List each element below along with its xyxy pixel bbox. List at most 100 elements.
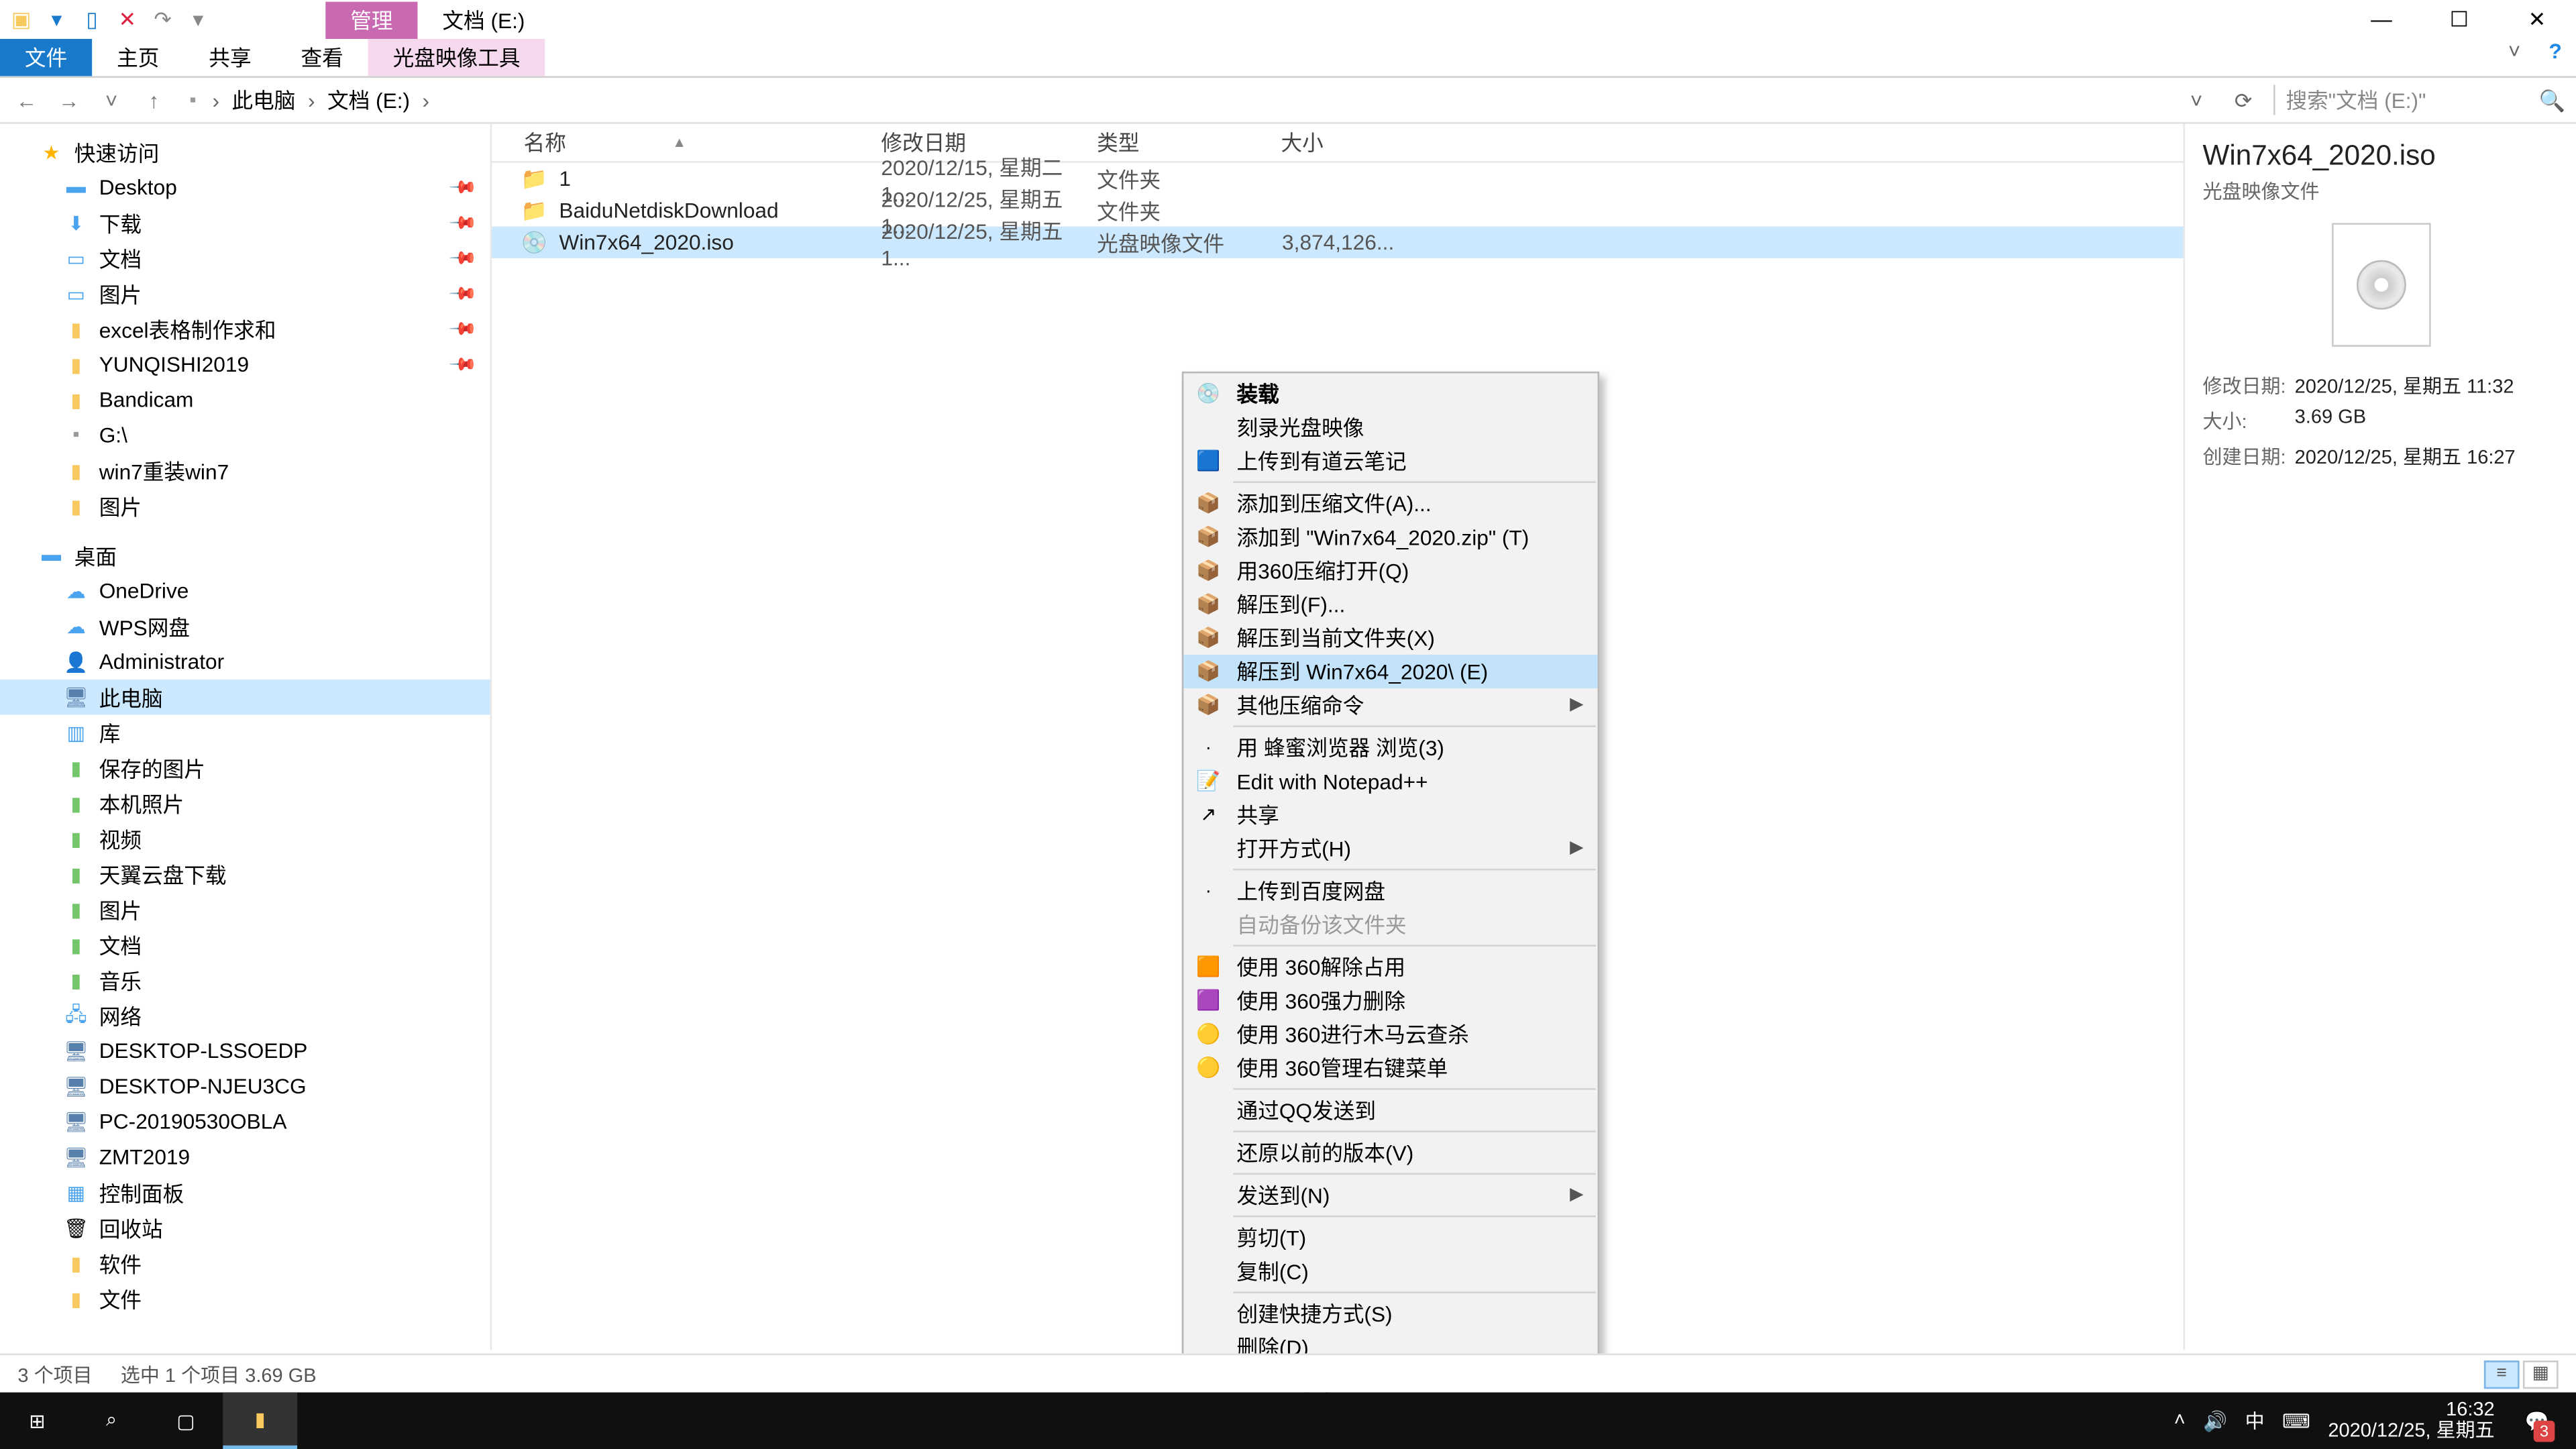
navigation-tree[interactable]: ★快速访问 ▬Desktop📌 ⬇下载📌 ▭文档📌 ▭图片📌 ▮excel表格制… bbox=[0, 124, 492, 1350]
context-menu-item[interactable]: 打开方式(H)▶ bbox=[1183, 832, 1597, 865]
qat-more-icon[interactable]: ▾ bbox=[184, 5, 212, 34]
nav-forward-button[interactable]: → bbox=[53, 88, 85, 113]
nav-item[interactable]: 天翼云盘下载 bbox=[99, 859, 227, 889]
nav-back-button[interactable]: ← bbox=[11, 88, 42, 113]
breadcrumb-seg[interactable]: 文档 (E:) bbox=[322, 85, 415, 115]
ribbon-home-tab[interactable]: 主页 bbox=[92, 39, 184, 76]
tray-ime2-icon[interactable]: ⌨ bbox=[2282, 1409, 2310, 1432]
nav-item[interactable]: excel表格制作求和 bbox=[99, 314, 276, 344]
ribbon-file-tab[interactable]: 文件 bbox=[0, 39, 92, 76]
nav-item[interactable]: DESKTOP-NJEU3CG bbox=[99, 1074, 307, 1099]
start-button[interactable]: ⊞ bbox=[0, 1393, 74, 1449]
nav-up-button[interactable]: ↑ bbox=[138, 88, 170, 113]
nav-item[interactable]: 保存的图片 bbox=[99, 753, 205, 783]
taskbar[interactable]: ⊞ ⌕ ▢ ▮ ˄ 🔊 中 ⌨ 16:32 2020/12/25, 星期五 💬3 bbox=[0, 1393, 2576, 1449]
nav-item[interactable]: ZMT2019 bbox=[99, 1144, 190, 1169]
nav-item[interactable]: Desktop bbox=[99, 175, 177, 200]
tray-ime-icon[interactable]: 中 bbox=[2245, 1407, 2265, 1435]
nav-this-pc[interactable]: 此电脑 bbox=[99, 682, 163, 712]
context-menu-item[interactable]: 🟡使用 360管理右键菜单 bbox=[1183, 1051, 1597, 1085]
nav-item[interactable]: PC-20190530OBLA bbox=[99, 1110, 287, 1134]
nav-item[interactable]: DESKTOP-LSSOEDP bbox=[99, 1038, 308, 1063]
nav-item[interactable]: 图片 bbox=[99, 894, 142, 924]
breadcrumb-seg[interactable]: 此电脑 bbox=[227, 85, 301, 115]
taskbar-clock[interactable]: 16:32 2020/12/25, 星期五 bbox=[2328, 1399, 2494, 1442]
close-button[interactable]: ✕ bbox=[2498, 0, 2576, 39]
file-row[interactable]: 💿Win7x64_2020.iso2020/12/25, 星期五 1...光盘映… bbox=[492, 227, 2183, 258]
context-menu-item[interactable]: 📦其他压缩命令▶ bbox=[1183, 688, 1597, 722]
context-menu-item[interactable]: 💿装载 bbox=[1183, 377, 1597, 411]
column-name[interactable]: 名称▲ bbox=[492, 127, 881, 158]
tray-volume-icon[interactable]: 🔊 bbox=[2203, 1409, 2227, 1432]
nav-item[interactable]: 库 bbox=[99, 717, 121, 747]
context-menu-item[interactable]: ·上传到百度网盘 bbox=[1183, 874, 1597, 908]
context-menu-item[interactable]: 📦用360压缩打开(Q) bbox=[1183, 553, 1597, 587]
refresh-button[interactable]: ⟳ bbox=[2224, 88, 2263, 113]
context-menu-item[interactable]: 发送到(N)▶ bbox=[1183, 1178, 1597, 1212]
nav-item[interactable]: OneDrive bbox=[99, 578, 189, 603]
ribbon-share-tab[interactable]: 共享 bbox=[184, 39, 276, 76]
context-menu-item[interactable]: 复制(C) bbox=[1183, 1254, 1597, 1288]
context-menu-item[interactable]: 📦添加到 "Win7x64_2020.zip" (T) bbox=[1183, 520, 1597, 553]
nav-item[interactable]: 回收站 bbox=[99, 1213, 163, 1243]
help-icon[interactable]: ? bbox=[2534, 39, 2576, 76]
nav-item[interactable]: 图片 bbox=[99, 491, 142, 521]
nav-item[interactable]: Bandicam bbox=[99, 388, 194, 413]
nav-item[interactable]: 图片 bbox=[99, 278, 142, 309]
taskview-button[interactable]: ▢ bbox=[149, 1393, 223, 1449]
file-row[interactable]: 📁BaiduNetdiskDownload2020/12/25, 星期五 1..… bbox=[492, 195, 2183, 226]
nav-item[interactable]: 下载 bbox=[99, 208, 142, 238]
nav-item[interactable]: 文档 bbox=[99, 244, 142, 274]
nav-item[interactable]: 音乐 bbox=[99, 965, 142, 996]
context-menu-item[interactable]: 创建快捷方式(S) bbox=[1183, 1297, 1597, 1330]
context-menu-item[interactable]: 📝Edit with Notepad++ bbox=[1183, 764, 1597, 798]
qat-save-icon[interactable]: ▾ bbox=[42, 5, 70, 34]
tray-overflow-icon[interactable]: ˄ bbox=[2174, 1410, 2186, 1432]
column-type[interactable]: 类型 bbox=[1097, 127, 1281, 158]
file-row[interactable]: 📁12020/12/15, 星期二 1...文件夹 bbox=[492, 163, 2183, 195]
view-details-button[interactable]: ≡ bbox=[2484, 1360, 2520, 1388]
context-menu-item[interactable]: 🟪使用 360强力删除 bbox=[1183, 983, 1597, 1017]
nav-recent-dropdown[interactable]: ˅ bbox=[95, 88, 127, 113]
context-menu-item[interactable]: 📦解压到 Win7x64_2020\ (E) bbox=[1183, 655, 1597, 688]
view-icons-button[interactable]: ▦ bbox=[2523, 1360, 2559, 1388]
nav-item[interactable]: WPS网盘 bbox=[99, 611, 190, 641]
qat-redo-icon[interactable]: ↷ bbox=[149, 5, 177, 34]
nav-item[interactable]: 文档 bbox=[99, 930, 142, 960]
context-menu-item[interactable]: 📦解压到当前文件夹(X) bbox=[1183, 621, 1597, 655]
context-menu-item[interactable]: 剪切(T) bbox=[1183, 1221, 1597, 1254]
maximize-button[interactable]: ☐ bbox=[2420, 0, 2498, 39]
nav-quick-access[interactable]: 快速访问 bbox=[74, 137, 160, 167]
nav-item[interactable]: 视频 bbox=[99, 824, 142, 854]
search-input[interactable]: 搜索"文档 (E:)" 🔍 bbox=[2273, 85, 2565, 115]
context-menu[interactable]: 💿装载刻录光盘映像🟦上传到有道云笔记📦添加到压缩文件(A)...📦添加到 "Wi… bbox=[1182, 372, 1599, 1446]
qat-delete-icon[interactable]: ✕ bbox=[113, 5, 142, 34]
column-size[interactable]: 大小 bbox=[1281, 127, 1405, 158]
nav-item[interactable]: win7重装win7 bbox=[99, 455, 229, 486]
address-dropdown-icon[interactable]: ˅ bbox=[2180, 88, 2213, 113]
context-menu-item[interactable]: 通过QQ发送到 bbox=[1183, 1093, 1597, 1127]
context-menu-item[interactable]: ↗共享 bbox=[1183, 798, 1597, 831]
ribbon-ctx-tab[interactable]: 光盘映像工具 bbox=[368, 39, 545, 76]
file-list[interactable]: 名称▲ 修改日期 类型 大小 📁12020/12/15, 星期二 1...文件夹… bbox=[492, 124, 2183, 1350]
minimize-button[interactable]: — bbox=[2343, 0, 2420, 39]
nav-item[interactable]: 软件 bbox=[99, 1248, 142, 1279]
context-menu-item[interactable]: 📦解压到(F)... bbox=[1183, 588, 1597, 621]
nav-desktop[interactable]: 桌面 bbox=[74, 541, 117, 571]
action-center-button[interactable]: 💬3 bbox=[2512, 1393, 2562, 1449]
nav-item[interactable]: 控制面板 bbox=[99, 1177, 184, 1208]
context-menu-item[interactable]: 🟦上传到有道云笔记 bbox=[1183, 444, 1597, 478]
nav-network[interactable]: 网络 bbox=[99, 1000, 142, 1030]
qat-undo-icon[interactable]: ▯ bbox=[78, 5, 106, 34]
nav-item[interactable]: Administrator bbox=[99, 649, 224, 674]
nav-item[interactable]: 文件 bbox=[99, 1283, 142, 1313]
nav-item[interactable]: 本机照片 bbox=[99, 788, 184, 818]
context-menu-item[interactable]: 还原以前的版本(V) bbox=[1183, 1136, 1597, 1169]
ribbon-view-tab[interactable]: 查看 bbox=[276, 39, 368, 76]
context-menu-item[interactable]: 刻录光盘映像 bbox=[1183, 411, 1597, 444]
context-menu-item[interactable]: ·用 蜂蜜浏览器 浏览(3) bbox=[1183, 731, 1597, 764]
explorer-taskbar-icon[interactable]: ▮ bbox=[223, 1393, 297, 1449]
nav-item[interactable]: G:\ bbox=[99, 423, 127, 447]
nav-item[interactable]: YUNQISHI2019 bbox=[99, 352, 249, 377]
ribbon-collapse-icon[interactable]: ˅ bbox=[2494, 39, 2535, 76]
